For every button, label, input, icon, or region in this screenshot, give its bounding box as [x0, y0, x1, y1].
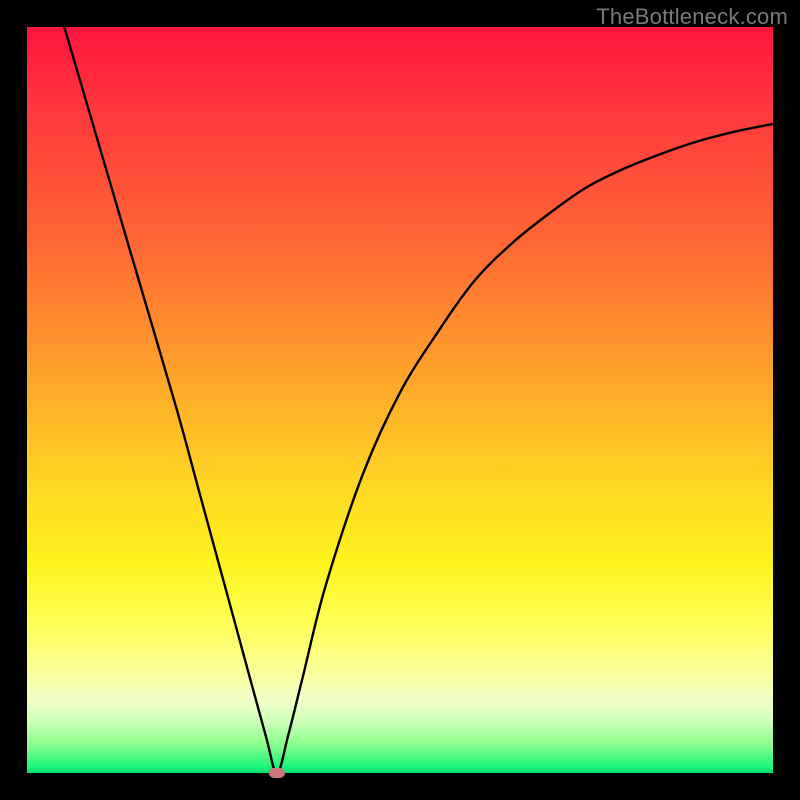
plot-area	[27, 27, 773, 773]
watermark: TheBottleneck.com	[596, 4, 788, 30]
optimal-point-marker	[269, 768, 285, 778]
bottleneck-curve	[27, 27, 773, 773]
chart-frame: TheBottleneck.com	[0, 0, 800, 800]
